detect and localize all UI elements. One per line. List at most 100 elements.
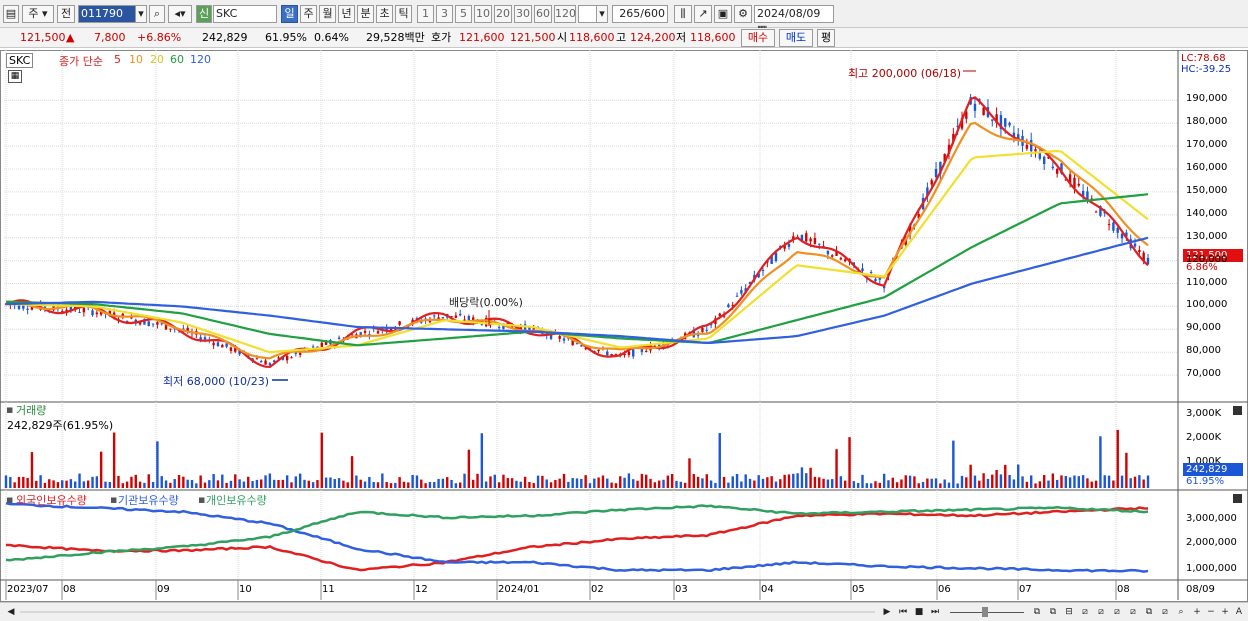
candle-body [95,312,99,315]
layout-icon-3[interactable]: ⊟ [1062,605,1076,619]
layout-icon-6[interactable]: ⧄ [1110,605,1124,619]
settings-icon[interactable]: ⚙ [734,5,752,23]
layout-icon-7[interactable]: ⧄ [1126,605,1140,619]
volume-bar [82,481,86,488]
ask-label: 호가 [431,31,452,44]
layout-icon-1[interactable]: ⧉ [1030,605,1044,619]
candle-body [735,295,739,297]
scroll-track[interactable] [20,611,875,613]
volume-bar [65,480,68,488]
forward-icon[interactable]: ⏭ [928,605,942,619]
rewind-icon[interactable]: ⏮ [896,605,910,619]
zoom-search-icon[interactable]: ⌕ [1174,605,1188,619]
volume-bar [160,476,163,488]
font-size-icon[interactable]: A [1232,605,1246,619]
draw-tool-icon[interactable]: ↗ [694,5,712,23]
volume-bar [251,481,254,488]
zoom-out-icon[interactable]: − [1204,605,1218,619]
volume-bar [277,479,280,488]
period-week[interactable]: 주 [300,5,317,23]
stock-name-field[interactable]: SKC [213,5,277,23]
volume-bar [792,473,795,488]
period-month[interactable]: 월 [319,5,336,23]
prev-button[interactable]: 전 [57,5,75,23]
legend-foreign[interactable]: 외국인보유수량 [16,492,87,508]
volume-bar [1077,476,1080,488]
volume-bar [463,473,466,488]
type-select[interactable]: 주 ▾ [22,5,54,23]
scroll-right-icon[interactable]: ▶ [880,605,894,619]
interval-1[interactable]: 1 [417,5,434,23]
period-second[interactable]: 초 [376,5,393,23]
x-axis-label: 08 [1117,584,1130,595]
custom-interval-dropdown-icon[interactable]: ▾ [596,5,608,23]
volume-bar [774,481,778,488]
chart-area[interactable]: SKC 종가 단순 5 10 20 60 120 ▦ 최고 200,000 (0… [0,50,1248,602]
sound-icon[interactable]: ◂▾ [168,5,192,23]
volume-bar [489,476,492,488]
candle-body [285,356,289,361]
layout-icon-2[interactable]: ⧉ [1046,605,1060,619]
interval-3[interactable]: 3 [436,5,453,23]
interval-20[interactable]: 20 [494,5,512,23]
candle-style-icon[interactable]: ⫼ [674,5,692,23]
zoom-in-icon[interactable]: + [1190,605,1204,619]
interval-30[interactable]: 30 [514,5,532,23]
volume-bar [813,476,817,488]
volume-bar [424,483,427,488]
period-year[interactable]: 년 [338,5,355,23]
grid-toggle-icon[interactable]: ▦ [8,70,22,83]
hold-tick-1m: 1,000,000 [1186,563,1237,574]
candle-body [839,258,843,260]
candle-body [787,244,791,247]
volume-bar [242,481,246,488]
stop-icon[interactable]: ■ [912,605,926,619]
candle-body [705,329,708,331]
volume-bar [921,481,925,488]
stock-code-input[interactable]: 011790 [78,5,136,23]
volume-bar [528,482,531,488]
toolbar: ▤ 주 ▾ 전 011790 ▾ ⌕ ◂▾ 신 SKC 일 주 월 년 분 초 … [0,0,1248,36]
volume-bar [986,478,990,488]
reset-zoom-icon[interactable]: + [1218,605,1232,619]
period-day[interactable]: 일 [281,5,298,23]
chart-menu-icon[interactable]: ▤ [3,5,19,23]
search-icon[interactable]: ⌕ [149,5,165,23]
volume-title[interactable]: 거래량 [16,402,46,418]
interval-120[interactable]: 120 [554,5,576,23]
date-input[interactable]: 2024/08/09 ▦ [754,5,834,36]
layout-icon-4[interactable]: ⧄ [1078,605,1092,619]
volume-bar [156,441,159,488]
scroll-left-icon[interactable]: ◀ [4,605,18,619]
interval-5[interactable]: 5 [455,5,472,23]
legend-indiv[interactable]: 개인보유수량 [206,492,267,508]
candle-body [1116,228,1119,233]
volume-bar [428,482,432,488]
legend-inst[interactable]: 기관보유수량 [118,492,179,508]
candle-body [169,328,172,330]
candle-body [869,272,873,274]
interval-10[interactable]: 10 [474,5,492,23]
code-dropdown-icon[interactable]: ▾ [135,5,147,23]
period-minute[interactable]: 분 [357,5,374,23]
volume-close-icon[interactable] [1233,406,1242,415]
chart-svg [0,50,1248,602]
volume-bar [619,476,622,488]
open-label: 시 [557,31,568,44]
legend-stock[interactable]: SKC [6,53,34,68]
interval-60[interactable]: 60 [534,5,552,23]
zoom-slider-handle[interactable] [982,607,988,617]
holding-close-icon[interactable] [1233,494,1242,503]
period-tick[interactable]: 틱 [395,5,412,23]
layout-icon-8[interactable]: ⧉ [1142,605,1156,619]
sell-button[interactable]: 매도 [779,29,813,47]
count-input[interactable]: 265/600 [612,5,668,23]
layout-icon-9[interactable]: ⧄ [1158,605,1172,619]
volume-bar [316,480,319,488]
candle-body [1034,149,1037,152]
buy-button[interactable]: 매수 [741,29,775,47]
save-icon[interactable]: ▣ [714,5,732,23]
volume-bar [818,477,821,488]
eval-button[interactable]: 평 [817,29,835,47]
layout-icon-5[interactable]: ⧄ [1094,605,1108,619]
